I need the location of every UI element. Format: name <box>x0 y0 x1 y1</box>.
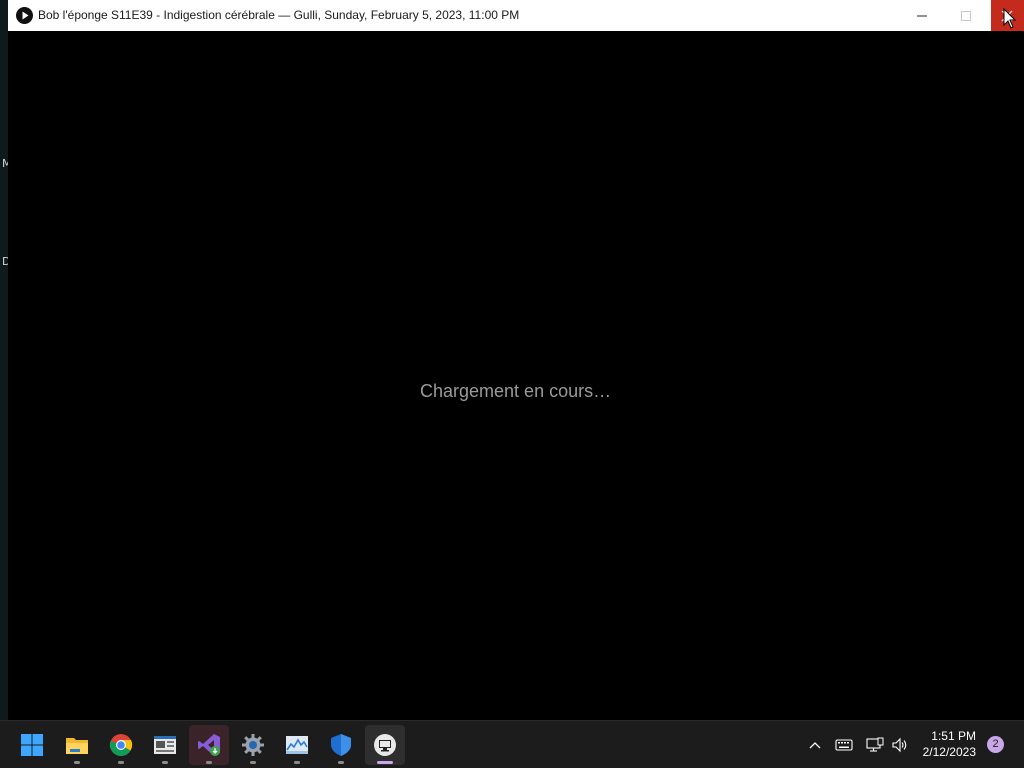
taskbar-app-performance-monitor[interactable] <box>277 725 317 765</box>
running-indicator <box>294 761 300 764</box>
minimize-button[interactable] <box>900 0 944 31</box>
clock-date[interactable]: 2/12/2023 <box>910 745 976 759</box>
play-icon <box>16 7 33 24</box>
start-button[interactable] <box>12 725 52 765</box>
running-indicator <box>206 761 212 764</box>
taskbar-app-windows-security[interactable] <box>321 725 361 765</box>
taskbar-app-news[interactable] <box>145 725 185 765</box>
running-indicator <box>118 761 124 764</box>
monitor-icon <box>374 734 396 756</box>
active-indicator <box>377 761 393 764</box>
shield-icon <box>331 734 351 756</box>
taskbar-app-file-explorer[interactable] <box>57 725 97 765</box>
running-indicator <box>338 761 344 764</box>
loading-status: Chargement en cours… <box>420 381 612 401</box>
taskbar <box>0 720 1024 768</box>
taskbar-app-chrome[interactable] <box>101 725 141 765</box>
maximize-icon <box>961 11 971 21</box>
notification-badge[interactable]: 2 <box>987 736 1004 753</box>
folder-icon <box>66 738 88 754</box>
chart-icon <box>286 736 308 754</box>
running-indicator <box>250 761 256 764</box>
chrome-icon <box>109 734 133 756</box>
desktop-edge: M D <box>0 0 12 720</box>
taskbar-app-settings[interactable] <box>233 725 273 765</box>
speaker-icon[interactable] <box>891 737 909 753</box>
running-indicator <box>162 761 168 764</box>
chevron-up-icon[interactable] <box>808 738 822 752</box>
title-bar[interactable]: Bob l'éponge S11E39 - Indigestion cérébr… <box>8 0 1024 31</box>
clock-time[interactable]: 1:51 PM <box>920 729 976 743</box>
player-window: Bob l'éponge S11E39 - Indigestion cérébr… <box>8 0 1024 720</box>
taskbar-app-remote-desktop[interactable] <box>365 725 405 765</box>
network-icon[interactable] <box>866 737 884 753</box>
visual-studio-icon <box>198 734 220 756</box>
window-title: Bob l'éponge S11E39 - Indigestion cérébr… <box>38 8 520 22</box>
running-indicator <box>74 761 80 764</box>
maximize-button[interactable] <box>944 0 988 31</box>
mouse-cursor-icon <box>1003 8 1017 29</box>
minimize-icon <box>917 15 927 17</box>
windows-start-icon <box>21 734 43 756</box>
news-icon <box>154 736 176 754</box>
taskbar-app-visual-studio-installer[interactable] <box>189 725 229 765</box>
gear-icon <box>242 734 264 756</box>
keyboard-icon[interactable] <box>835 738 853 752</box>
